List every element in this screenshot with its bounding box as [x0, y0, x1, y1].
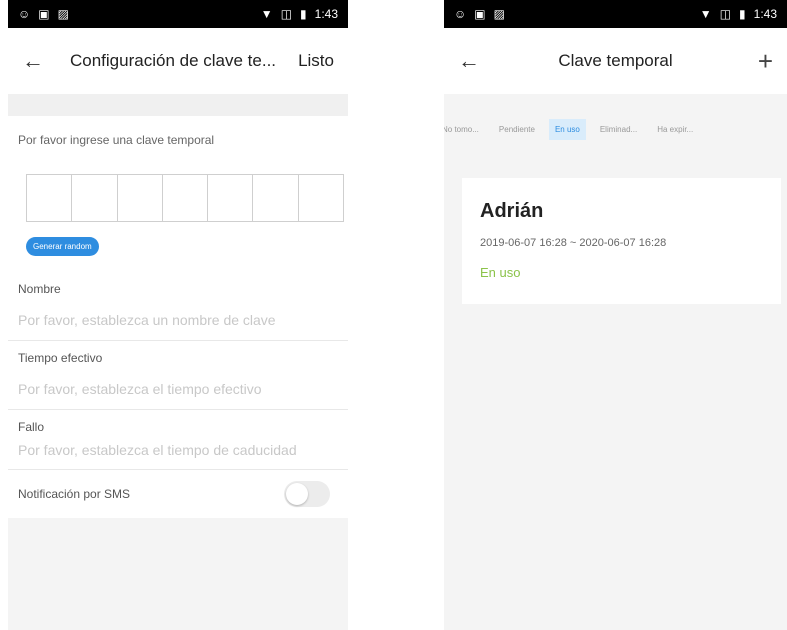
tab-expired[interactable]: Ha expir... — [651, 119, 699, 140]
nav-bar: ← Configuración de clave te... Listo — [8, 28, 348, 94]
sms-row: Notificación por SMS — [8, 470, 348, 518]
tab-pending[interactable]: Pendiente — [493, 119, 541, 140]
name-input[interactable]: Por favor, establezca un nombre de clave — [18, 296, 338, 340]
toggle-knob — [286, 483, 308, 505]
code-digit-box[interactable] — [163, 175, 209, 221]
status-time: 1:43 — [314, 7, 338, 21]
status-tabs: No tomo... Pendiente En uso Eliminad... … — [444, 94, 787, 164]
tab-in-use[interactable]: En uso — [548, 118, 586, 140]
status-bar: ☺ ▣ ▨ ▼ ◫ ▮ 1:43 — [8, 0, 348, 28]
expiry-label: Fallo — [18, 420, 45, 434]
done-button[interactable]: Listo — [298, 51, 334, 71]
effective-time-field: Tiempo efectivo Por favor, establezca el… — [8, 341, 348, 410]
page-title: Clave temporal — [558, 51, 673, 70]
image-icon: ▣ — [474, 7, 486, 21]
tab-not-taken[interactable]: No tomo... — [444, 119, 485, 140]
plus-icon[interactable]: + — [758, 46, 773, 77]
code-digit-box[interactable] — [208, 175, 254, 221]
expiry-input[interactable]: Por favor, establezca el tiempo de caduc… — [18, 434, 338, 469]
effective-time-input[interactable]: Por favor, establezca el tiempo efectivo — [18, 365, 338, 409]
right-screen: ☺ ▣ ▨ ▼ ◫ ▮ 1:43 ← Clave temporal + No t… — [444, 0, 787, 630]
page-title: Configuración de clave te... — [70, 51, 277, 70]
key-validity-range: 2019-06-07 16:28 ~ 2020-06-07 16:28 — [480, 237, 667, 249]
arrow-left-icon[interactable]: ← — [22, 48, 52, 74]
status-bar: ☺ ▣ ▨ ▼ ◫ ▮ 1:43 — [444, 0, 787, 28]
battery-icon: ▮ — [739, 7, 746, 21]
code-digit-box[interactable] — [72, 175, 118, 221]
wifi-icon: ▼ — [260, 7, 273, 21]
signal-icon: ◫ — [719, 7, 732, 21]
name-field: Nombre Por favor, establezca un nombre d… — [8, 272, 348, 341]
spacer — [8, 94, 348, 116]
image-icon: ▣ — [38, 7, 50, 21]
effective-time-label: Tiempo efectivo — [18, 351, 103, 365]
gallery-icon: ▨ — [57, 7, 69, 21]
signal-icon: ◫ — [280, 7, 293, 21]
code-digit-box[interactable] — [253, 175, 299, 221]
arrow-left-icon[interactable]: ← — [458, 48, 488, 74]
sms-toggle[interactable] — [284, 481, 330, 507]
code-section: Por favor ingrese una clave temporal Gen… — [8, 116, 348, 272]
notification-icon: ☺ — [18, 7, 31, 21]
gallery-icon: ▨ — [493, 7, 505, 21]
wifi-icon: ▼ — [699, 7, 712, 21]
left-screen: ☺ ▣ ▨ ▼ ◫ ▮ 1:43 ← Configuración de clav… — [8, 0, 348, 630]
key-card[interactable]: Adrián 2019-06-07 16:28 ~ 2020-06-07 16:… — [462, 178, 781, 304]
code-digit-box[interactable] — [299, 175, 343, 221]
code-input[interactable] — [26, 174, 344, 222]
sms-label: Notificación por SMS — [18, 487, 131, 501]
battery-icon: ▮ — [300, 7, 307, 21]
tab-deleted[interactable]: Eliminad... — [594, 119, 643, 140]
code-prompt: Por favor ingrese una clave temporal — [18, 133, 215, 147]
code-digit-box[interactable] — [27, 175, 73, 221]
status-time: 1:43 — [753, 7, 777, 21]
generate-random-button[interactable]: Generar random — [26, 237, 99, 256]
expiry-field: Fallo Por favor, establezca el tiempo de… — [8, 410, 348, 470]
generate-row: Generar random — [8, 222, 348, 272]
nav-bar: ← Clave temporal + — [444, 28, 787, 94]
name-label: Nombre — [18, 282, 61, 296]
status-badge: En uso — [480, 265, 521, 280]
code-digit-box[interactable] — [118, 175, 163, 221]
key-name: Adrián — [480, 200, 544, 222]
notification-icon: ☺ — [454, 7, 467, 21]
